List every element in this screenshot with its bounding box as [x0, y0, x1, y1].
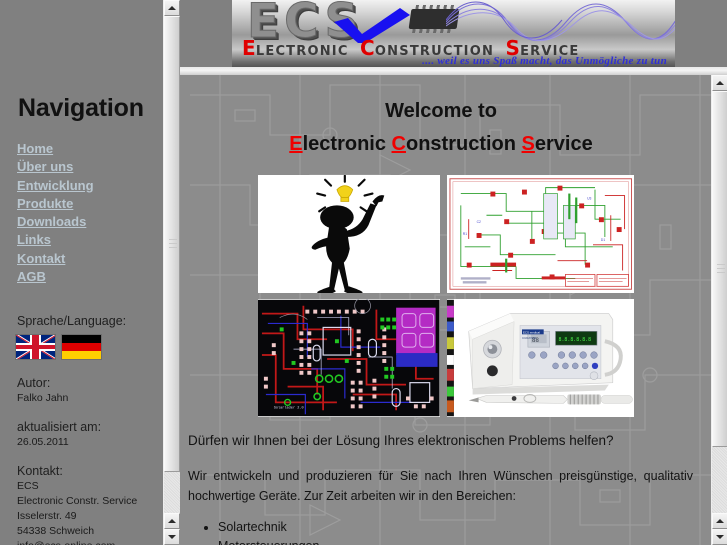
header-frame: ECS ELECTRONIC CONSTRUCTION SERVICE ....…: [180, 0, 727, 71]
page-title: Navigation: [18, 94, 144, 122]
svg-text:8.8.8.8.8.8: 8.8.8.8.8.8: [558, 337, 591, 343]
chevron-down-icon: [716, 535, 724, 539]
nav-item-downloads[interactable]: Downloads: [17, 213, 94, 231]
language-switcher: [15, 334, 102, 360]
logo-sub-rest-e: LECTRONIC: [255, 44, 349, 59]
chevron-down-icon: [168, 535, 176, 539]
svg-text:C2: C2: [476, 220, 480, 224]
nav-item-home[interactable]: Home: [17, 140, 94, 158]
welcome-rest-s: ervice: [534, 133, 593, 155]
contact-block: Kontakt: ECS Electronic Constr. Service …: [17, 464, 137, 545]
image-row-top: R1 C2 U3 D1: [258, 175, 634, 293]
intro-paragraph: Wir entwickeln und produzieren für Sie n…: [188, 469, 693, 503]
chevron-up-icon: [168, 519, 176, 523]
navigation-menu: Home Über uns Entwicklung Produkte Downl…: [17, 140, 94, 286]
grip-icon: [717, 263, 725, 275]
welcome-line-1: Welcome to: [385, 100, 497, 122]
content-scroll-thumb[interactable]: [712, 91, 727, 447]
welcome-line-2: Electronic Construction Service: [186, 128, 696, 161]
sidebar-scrollbar[interactable]: [163, 0, 180, 545]
body-copy: Dürfen wir Ihnen bei der Lösung Ihres el…: [188, 432, 693, 545]
svg-text:D1: D1: [600, 238, 604, 242]
sidebar-scroll-thumb[interactable]: [164, 16, 180, 472]
nav-item-entwicklung[interactable]: Entwicklung: [17, 177, 94, 195]
nav-link-agb[interactable]: AGB: [17, 268, 46, 286]
logo-sub-cap-e: E: [242, 36, 256, 60]
nav-item-ueber-uns[interactable]: Über uns: [17, 158, 94, 176]
nav-item-links[interactable]: Links: [17, 231, 94, 249]
nav-item-agb[interactable]: AGB: [17, 268, 94, 286]
image-row-bottom: Solarlader 2.0 88 8.8.8.8.8.8 ECS medica…: [258, 299, 634, 417]
sidebar-scroll-up-button[interactable]: [164, 0, 180, 16]
svg-text:Solarlader 2.0: Solarlader 2.0: [274, 405, 304, 410]
grip-icon: [169, 238, 177, 250]
contact-line-1: ECS: [17, 480, 39, 492]
svg-text:U3: U3: [587, 196, 591, 200]
sidebar-scroll-down-button[interactable]: [164, 529, 180, 545]
contact-line-3: Isselerstr. 49: [17, 510, 77, 522]
nav-link-kontakt[interactable]: Kontakt: [17, 250, 65, 268]
frame-separator: [180, 67, 727, 75]
list-item: Solartechnik: [218, 518, 693, 537]
nav-link-produkte[interactable]: Produkte: [17, 195, 73, 213]
chevron-up-icon: [716, 81, 724, 85]
chevron-up-icon: [168, 6, 176, 10]
content-scroll-up-button-2[interactable]: [712, 513, 727, 529]
logo-tagline: .... weil es uns Spaß macht, das Unmögli…: [422, 55, 667, 67]
updated-block: aktualisiert am: 26.05.2011: [17, 420, 101, 450]
content-scroll-area: Welcome to Electronic Construction Servi…: [180, 75, 710, 545]
list-item: Motorsteuerungen: [218, 537, 693, 545]
sidebar-content: Navigation Home Über uns Entwicklung Pro…: [0, 0, 163, 545]
nav-link-home[interactable]: Home: [17, 140, 53, 158]
nav-link-ueber-uns[interactable]: Über uns: [17, 158, 73, 176]
schematic-image[interactable]: R1 C2 U3 D1: [446, 175, 634, 293]
contact-label: Kontakt:: [17, 464, 63, 478]
contact-line-2: Electronic Constr. Service: [17, 495, 138, 507]
nav-link-links[interactable]: Links: [17, 231, 51, 249]
logo-sub-cap-c: C: [360, 36, 375, 60]
author-label: Autor:: [17, 376, 51, 390]
svg-text:R1: R1: [462, 232, 466, 236]
image-gallery: R1 C2 U3 D1 Solarlader 2.0 88 8.8.8.8.8.…: [258, 175, 634, 423]
nav-link-downloads[interactable]: Downloads: [17, 213, 86, 231]
welcome-rest-e: lectronic: [302, 133, 386, 155]
content-scroll-down-button[interactable]: [712, 529, 727, 545]
content-scrollbar[interactable]: [711, 75, 727, 545]
sidebar-scroll-up-button-2[interactable]: [164, 513, 180, 529]
contact-line-4: 54338 Schweich: [17, 525, 95, 537]
content-scroll-track[interactable]: [712, 447, 727, 513]
welcome-hl-e: E: [289, 133, 303, 155]
author-value: Falko Jahn: [17, 392, 69, 404]
browser-page: Navigation Home Über uns Entwicklung Pro…: [0, 0, 727, 545]
svg-text:ECS medical: ECS medical: [523, 330, 540, 334]
language-label: Sprache/Language:: [17, 314, 127, 328]
welcome-hl-s: S: [521, 133, 535, 155]
nav-item-produkte[interactable]: Produkte: [17, 195, 94, 213]
sidebar-frame: Navigation Home Über uns Entwicklung Pro…: [0, 0, 180, 545]
welcome-heading: Welcome to Electronic Construction Servi…: [186, 95, 696, 161]
lead-question: Dürfen wir Ihnen bei der Lösung Ihres el…: [188, 433, 614, 448]
idea-man-image[interactable]: [258, 175, 440, 293]
pcb-layout-image[interactable]: Solarlader 2.0: [258, 299, 440, 417]
flag-german-icon[interactable]: [61, 334, 102, 360]
content-frame: Welcome to Electronic Construction Servi…: [180, 75, 727, 545]
chevron-up-icon: [716, 519, 724, 523]
focus-areas-list: Solartechnik Motorsteuerungen: [188, 518, 693, 545]
nav-link-entwicklung[interactable]: Entwicklung: [17, 177, 94, 195]
welcome-hl-c: C: [391, 133, 406, 155]
welcome-rest-c: onstruction: [405, 133, 516, 155]
nav-item-kontakt[interactable]: Kontakt: [17, 250, 94, 268]
author-block: Autor: Falko Jahn: [17, 376, 68, 406]
content-scroll-up-button[interactable]: [712, 75, 727, 91]
device-photo-image[interactable]: 88 8.8.8.8.8.8 ECS medical CURATOR: [446, 299, 634, 417]
svg-text:CURATOR: CURATOR: [522, 336, 536, 340]
flag-english-icon[interactable]: [15, 334, 56, 360]
updated-value: 26.05.2011: [17, 436, 69, 448]
sidebar-scroll-track[interactable]: [164, 472, 180, 513]
updated-label: aktualisiert am:: [17, 420, 102, 434]
site-logo-banner: ECS ELECTRONIC CONSTRUCTION SERVICE ....…: [232, 0, 675, 67]
contact-line-5: info@ecs-online.com: [17, 539, 137, 545]
